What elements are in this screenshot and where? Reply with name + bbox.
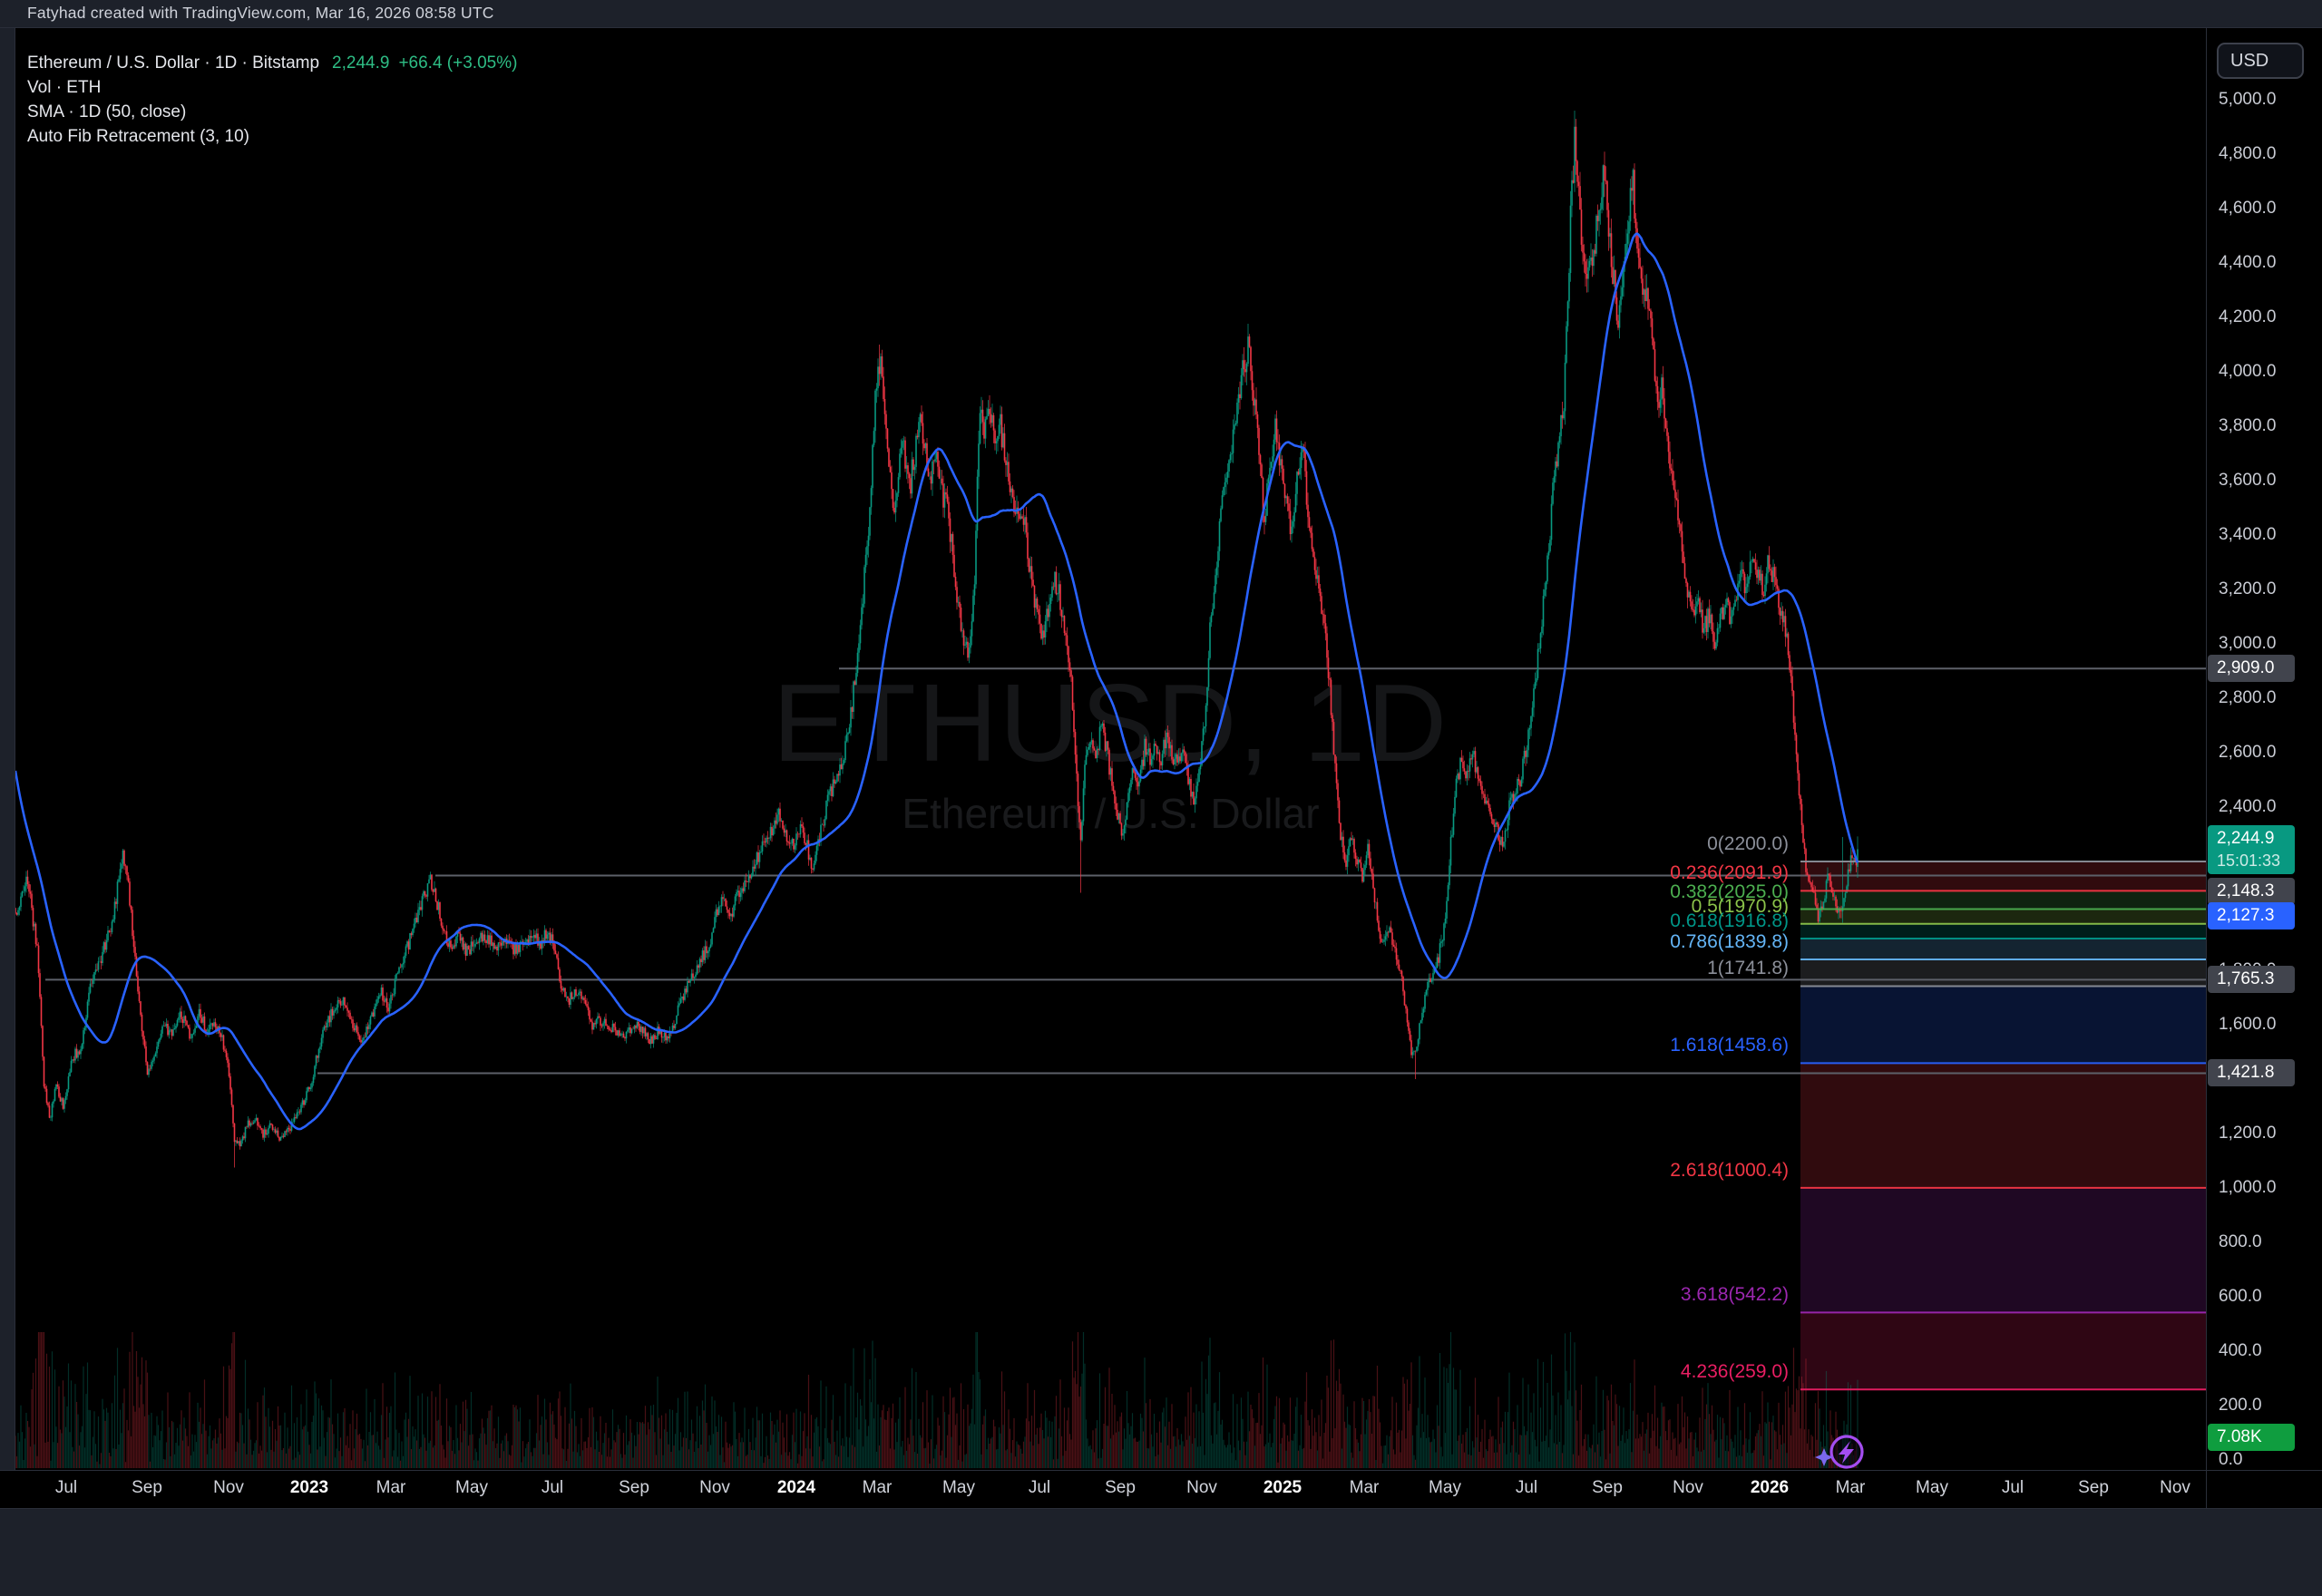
x-axis-month-tick: Nov bbox=[1186, 1478, 1217, 1498]
boost-lightning-icon[interactable] bbox=[1810, 1429, 1870, 1474]
x-axis-month-tick: Mar bbox=[1836, 1478, 1866, 1498]
y-axis-tick: 2,800.0 bbox=[2219, 688, 2276, 708]
y-axis-tick: 800.0 bbox=[2219, 1232, 2262, 1252]
y-axis-tick: 1,600.0 bbox=[2219, 1015, 2276, 1035]
y-axis-tick: 5,000.0 bbox=[2219, 90, 2276, 110]
y-axis-tick: 4,600.0 bbox=[2219, 199, 2276, 219]
x-axis-month-tick: Sep bbox=[1105, 1478, 1136, 1498]
x-axis-month-tick: Sep bbox=[1592, 1478, 1623, 1498]
y-axis-tick: 4,200.0 bbox=[2219, 307, 2276, 327]
chart-legend: Ethereum / U.S. Dollar · 1D · Bitstamp 2,… bbox=[27, 51, 517, 149]
legend-change: +66.4 (+3.05%) bbox=[398, 54, 517, 73]
x-axis-month-tick: Nov bbox=[699, 1478, 730, 1498]
x-axis-month-tick: May bbox=[455, 1478, 488, 1498]
fib-level-label: 0.618(1916.8) bbox=[0, 910, 1789, 932]
legend-fib-indicator[interactable]: Auto Fib Retracement (3, 10) bbox=[27, 124, 517, 149]
price-badge: 2,148.3 bbox=[2208, 878, 2295, 905]
x-axis-month-tick: Mar bbox=[1350, 1478, 1380, 1498]
fib-level-label: 0.786(1839.8) bbox=[0, 931, 1789, 953]
y-axis-tick: 4,000.0 bbox=[2219, 362, 2276, 382]
price-badge: 2,244.915:01:33 bbox=[2208, 825, 2295, 874]
x-axis-year-tick: 2024 bbox=[777, 1478, 815, 1498]
price-badge: 2,127.3 bbox=[2208, 902, 2295, 929]
x-axis-month-tick: Jul bbox=[55, 1478, 77, 1498]
legend-symbol-row[interactable]: Ethereum / U.S. Dollar · 1D · Bitstamp 2,… bbox=[27, 51, 517, 75]
price-badge: 2,909.0 bbox=[2208, 655, 2295, 682]
x-axis-year-tick: 2023 bbox=[290, 1478, 328, 1498]
x-axis-month-tick: Sep bbox=[2078, 1478, 2109, 1498]
x-axis-year-tick: 2026 bbox=[1751, 1478, 1789, 1498]
y-axis-tick: 1,200.0 bbox=[2219, 1124, 2276, 1143]
fib-level-label: 1(1741.8) bbox=[0, 958, 1789, 979]
fib-level-label: 1.618(1458.6) bbox=[0, 1035, 1789, 1056]
x-axis-month-tick: Nov bbox=[1673, 1478, 1703, 1498]
x-axis-month-tick: Mar bbox=[863, 1478, 893, 1498]
y-axis-tick: 3,800.0 bbox=[2219, 416, 2276, 436]
pane-top-border bbox=[0, 27, 2322, 28]
y-axis-tick: 4,800.0 bbox=[2219, 144, 2276, 164]
y-axis-tick: 0.0 bbox=[2219, 1450, 2242, 1470]
fib-level-label: 2.618(1000.4) bbox=[0, 1160, 1789, 1182]
y-axis-tick: 4,400.0 bbox=[2219, 253, 2276, 273]
legend-sma-indicator[interactable]: SMA · 1D (50, close) bbox=[27, 100, 517, 124]
y-axis-tick: 3,600.0 bbox=[2219, 471, 2276, 491]
y-axis-tick: 2,400.0 bbox=[2219, 797, 2276, 817]
time-axis[interactable] bbox=[0, 1471, 2322, 1508]
y-axis-tick: 600.0 bbox=[2219, 1287, 2262, 1307]
x-axis-month-tick: Jul bbox=[1029, 1478, 1050, 1498]
x-axis-month-tick: Mar bbox=[376, 1478, 406, 1498]
y-axis-tick: 3,000.0 bbox=[2219, 634, 2276, 654]
x-axis-month-tick: Sep bbox=[619, 1478, 649, 1498]
fib-level-label: 0(2200.0) bbox=[0, 833, 1789, 855]
y-axis-tick: 400.0 bbox=[2219, 1341, 2262, 1361]
fib-level-label: 4.236(259.0) bbox=[0, 1361, 1789, 1383]
y-axis-tick: 3,200.0 bbox=[2219, 579, 2276, 599]
fib-level-label: 3.618(542.2) bbox=[0, 1284, 1789, 1306]
chart-canvas[interactable] bbox=[0, 0, 2322, 1596]
price-badge: 1,765.3 bbox=[2208, 966, 2295, 993]
x-axis-month-tick: May bbox=[942, 1478, 975, 1498]
x-axis-month-tick: Jul bbox=[1516, 1478, 1537, 1498]
y-axis-tick: 1,000.0 bbox=[2219, 1178, 2276, 1198]
footer-bar: TradingView bbox=[0, 1509, 2322, 1596]
legend-last-price: 2,244.9 bbox=[332, 54, 389, 73]
x-axis-month-tick: Nov bbox=[213, 1478, 244, 1498]
pane-bottom-border bbox=[0, 1470, 2322, 1471]
y-axis-tick: 3,400.0 bbox=[2219, 525, 2276, 545]
axis-divider-border[interactable] bbox=[2206, 27, 2207, 1508]
currency-unit-button[interactable]: USD bbox=[2217, 43, 2304, 79]
x-axis-month-tick: Sep bbox=[132, 1478, 162, 1498]
tradingview-chart-page: Fatyhad created with TradingView.com, Ma… bbox=[0, 0, 2322, 1596]
price-badge: 1,421.8 bbox=[2208, 1059, 2295, 1086]
legend-symbol[interactable]: Ethereum / U.S. Dollar · 1D · Bitstamp bbox=[27, 54, 319, 73]
x-axis-month-tick: Nov bbox=[2160, 1478, 2190, 1498]
y-axis-tick: 2,600.0 bbox=[2219, 743, 2276, 763]
x-axis-year-tick: 2025 bbox=[1263, 1478, 1302, 1498]
x-axis-month-tick: May bbox=[1429, 1478, 1461, 1498]
legend-volume-indicator[interactable]: Vol · ETH bbox=[27, 75, 517, 100]
x-axis-month-tick: Jul bbox=[541, 1478, 563, 1498]
price-badge: 7.08K bbox=[2208, 1424, 2295, 1451]
x-axis-month-tick: May bbox=[1916, 1478, 1948, 1498]
x-axis-month-tick: Jul bbox=[2002, 1478, 2024, 1498]
y-axis-tick: 200.0 bbox=[2219, 1396, 2262, 1416]
